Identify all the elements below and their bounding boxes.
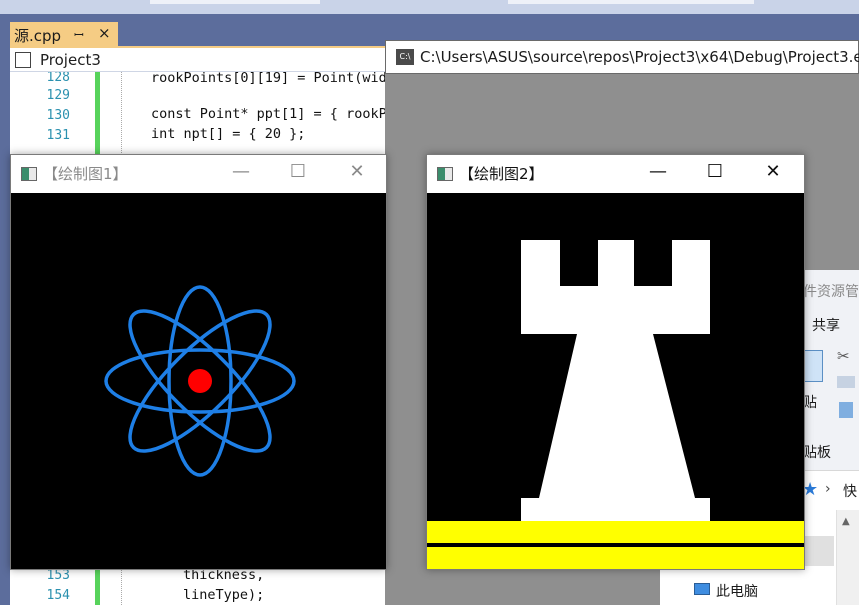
maximize-icon[interactable]: ☐ <box>692 161 738 182</box>
minimize-icon[interactable]: — <box>635 161 681 182</box>
tab-share[interactable]: 共享 <box>812 315 840 335</box>
close-icon[interactable]: ✕ <box>750 161 796 182</box>
cut-icon[interactable]: ✂ <box>837 347 850 365</box>
code-line[interactable]: lineType); <box>183 587 264 603</box>
copy-path-icon[interactable] <box>837 376 855 388</box>
rook-canvas <box>427 193 804 569</box>
editor-tab[interactable]: 源.cpp ꟷ × <box>10 22 118 46</box>
paste-shortcut-icon[interactable] <box>839 402 853 418</box>
chevron-right-icon[interactable]: › <box>825 481 831 497</box>
pin-icon[interactable]: ꟷ <box>74 26 84 43</box>
explorer-title: 件资源管 <box>803 284 859 300</box>
window-title: 【绘制图2】 <box>459 165 544 183</box>
quick-access-crumb[interactable]: 快 <box>843 481 857 501</box>
maximize-icon[interactable]: ☐ <box>275 161 321 182</box>
console-titlebar[interactable]: C:\ C:\Users\ASUS\source\repos\Project3\… <box>385 40 859 74</box>
close-icon[interactable]: ✕ <box>334 161 380 182</box>
project-nav-bar[interactable]: Project3 <box>10 48 390 72</box>
line-number: 129 <box>46 88 70 103</box>
atom-canvas <box>11 193 386 569</box>
line-number: 153 <box>46 568 70 583</box>
console-title: C:\Users\ASUS\source\repos\Project3\x64\… <box>420 48 859 66</box>
paste-button[interactable]: 贴 <box>803 392 817 412</box>
minimize-icon[interactable]: — <box>218 161 264 182</box>
drawing-window-1[interactable]: 【绘制图1】 — ☐ ✕ <box>10 154 387 570</box>
project-icon <box>15 52 31 68</box>
nav-item-this-pc[interactable]: 此电脑 <box>716 581 758 601</box>
vs-toolbar-field-2[interactable] <box>508 0 754 4</box>
project-label: Project3 <box>40 51 101 69</box>
scroll-up-icon[interactable]: ▲ <box>842 516 850 527</box>
code-line[interactable]: const Point* ppt[1] = { rookPo <box>151 106 385 122</box>
computer-icon <box>694 583 710 595</box>
yellow-stripe <box>427 547 804 569</box>
window-title: 【绘制图1】 <box>43 165 128 183</box>
opencv-window-icon <box>21 167 37 181</box>
line-number: 154 <box>46 588 70 603</box>
code-line[interactable]: int npt[] = { 20 }; <box>151 126 305 142</box>
close-icon[interactable]: × <box>98 24 111 42</box>
editor-tab-label: 源.cpp <box>14 27 62 45</box>
line-number: 130 <box>46 108 70 123</box>
atom-nucleus <box>188 369 212 393</box>
vs-toolbar-field[interactable] <box>150 0 320 4</box>
clipboard-group-label: 贴板 <box>803 445 831 461</box>
yellow-stripe <box>427 521 804 543</box>
drawing-window-2[interactable]: 【绘制图2】 — ☐ ✕ <box>426 154 805 570</box>
line-number: 128 <box>46 70 70 85</box>
line-number: 131 <box>46 128 70 143</box>
code-line[interactable]: rookPoints[0][19] = Point(wid <box>151 70 385 86</box>
console-icon: C:\ <box>396 49 414 65</box>
opencv-window-icon <box>437 167 453 181</box>
paste-icon[interactable] <box>803 350 823 382</box>
